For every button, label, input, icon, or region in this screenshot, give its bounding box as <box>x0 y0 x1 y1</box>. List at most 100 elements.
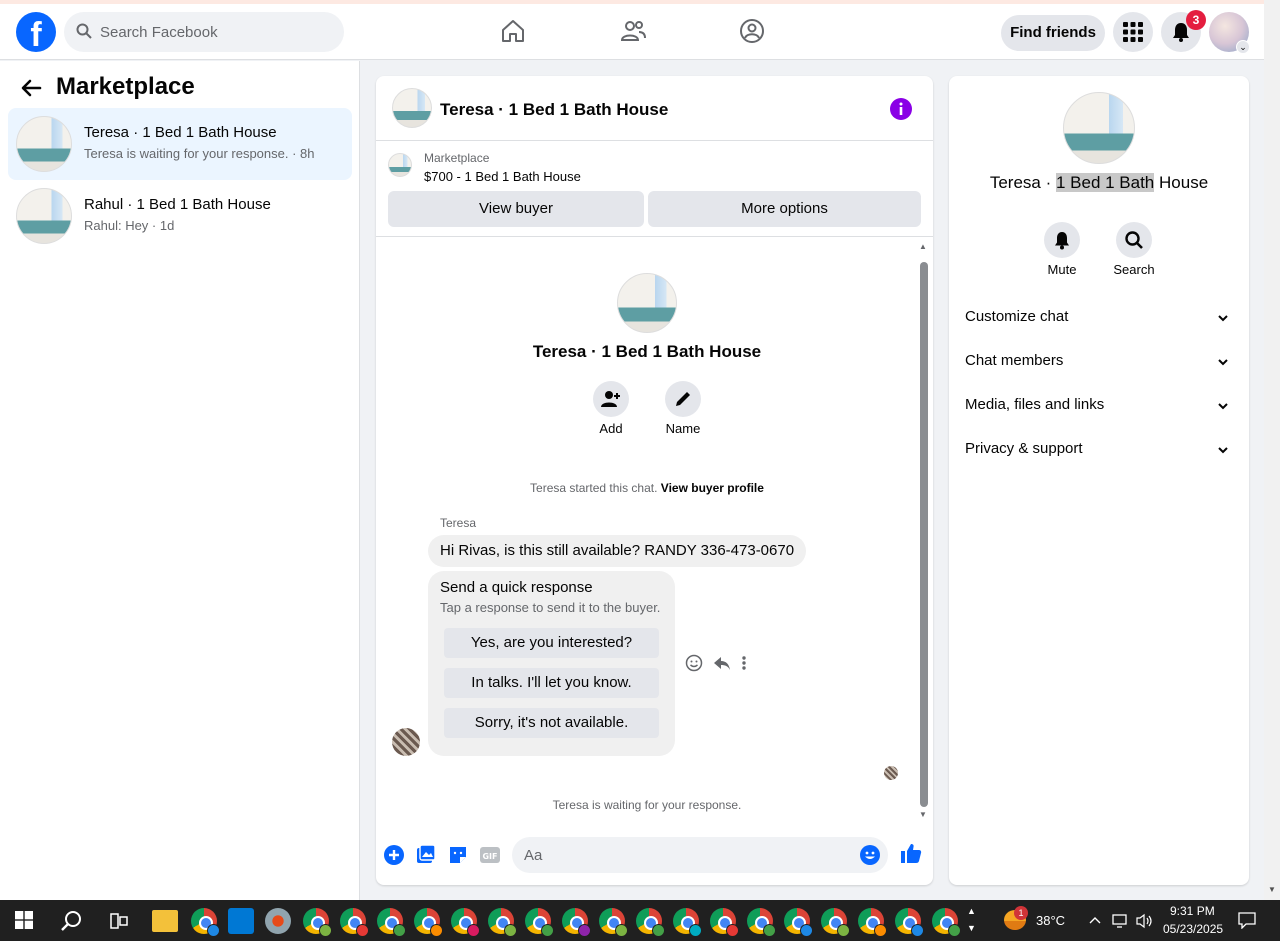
message-bubble[interactable]: Hi Rivas, is this still available? RANDY… <box>428 535 807 567</box>
sender-avatar[interactable] <box>392 728 420 756</box>
search-icon <box>76 23 92 39</box>
chrome-icon[interactable] <box>377 908 406 937</box>
conversation-item[interactable]: Rahul · 1 Bed 1 Bath House Rahul: Hey · … <box>8 180 352 252</box>
app-icon[interactable] <box>265 908 291 934</box>
message-input[interactable] <box>524 837 854 873</box>
quick-response-button[interactable]: Sorry, it's not available. <box>444 708 659 738</box>
menu-button[interactable] <box>1113 12 1153 52</box>
network-icon[interactable] <box>1112 913 1130 929</box>
section-label: Media, files and links <box>965 396 1105 413</box>
task-view-icon[interactable] <box>110 912 128 930</box>
chrome-icon[interactable] <box>191 908 220 937</box>
scroll-down-arrow-icon[interactable]: ▼ <box>919 810 927 819</box>
chrome-icon[interactable] <box>451 908 480 937</box>
quick-response-button[interactable]: In talks. I'll let you know. <box>444 668 659 698</box>
more-options-button[interactable]: More options <box>648 191 921 227</box>
chrome-icon[interactable] <box>747 908 776 937</box>
windows-taskbar: ▲ ▼ <box>0 900 1280 941</box>
view-buyer-profile-link[interactable]: View buyer profile <box>661 481 764 495</box>
facebook-logo-icon[interactable]: f <box>16 12 56 52</box>
microsoft-store-icon[interactable] <box>228 908 254 934</box>
quick-response-subtitle: Tap a response to send it to the buyer. <box>440 600 661 615</box>
chrome-icon[interactable] <box>414 908 443 937</box>
mute-button[interactable] <box>1044 222 1080 258</box>
react-emoji-icon[interactable] <box>685 654 703 672</box>
chat-header: Teresa · 1 Bed 1 Bath House <box>376 76 933 141</box>
conversation-item[interactable]: Teresa · 1 Bed 1 Bath House Teresa is wa… <box>8 108 352 180</box>
search-input[interactable] <box>100 12 330 52</box>
info-icon[interactable] <box>890 98 912 120</box>
search-box[interactable] <box>64 12 344 52</box>
scroll-up-arrow-icon[interactable]: ▲ <box>919 242 927 251</box>
section-label: Customize chat <box>965 308 1069 325</box>
clock-date[interactable]: 05/23/2025 <box>1163 922 1223 936</box>
pencil-icon <box>676 392 690 406</box>
chat-title[interactable]: Teresa · 1 Bed 1 Bath House <box>440 100 668 120</box>
chrome-icon[interactable] <box>895 908 924 937</box>
chrome-icon[interactable] <box>340 908 369 937</box>
name-chat-button[interactable] <box>665 381 701 417</box>
chrome-icon[interactable] <box>784 908 813 937</box>
search-in-chat-button[interactable] <box>1116 222 1152 258</box>
chrome-icon[interactable] <box>932 908 961 937</box>
add-person-icon <box>601 391 620 407</box>
chrome-icon[interactable] <box>636 908 665 937</box>
emoji-icon[interactable] <box>860 845 880 865</box>
chrome-icon[interactable] <box>858 908 887 937</box>
volume-icon[interactable] <box>1136 913 1154 929</box>
search-icon[interactable] <box>61 910 83 932</box>
bell-icon <box>1055 232 1069 250</box>
more-options-icon[interactable] <box>742 654 746 672</box>
add-label: Add <box>599 421 623 436</box>
friends-icon[interactable] <box>620 18 646 44</box>
add-people-button[interactable] <box>593 381 629 417</box>
page-scrollbar[interactable]: ▼ <box>1264 0 1280 900</box>
panel-title: Marketplace <box>56 73 195 100</box>
clock-time[interactable]: 9:31 PM <box>1170 904 1215 918</box>
chrome-icon[interactable] <box>303 908 332 937</box>
message-composer[interactable] <box>512 837 888 873</box>
chevron-down-icon[interactable]: ⌄ <box>1236 40 1250 54</box>
like-thumbs-up-icon[interactable] <box>900 842 922 864</box>
conversation-name: Teresa · 1 Bed 1 Bath House <box>84 124 277 141</box>
find-friends-button[interactable]: Find friends <box>1001 15 1105 51</box>
scroll-down-arrow-icon[interactable]: ▼ <box>1268 885 1276 894</box>
chrome-icon[interactable] <box>562 908 591 937</box>
listing-thumbnail <box>16 116 72 172</box>
media-files-links-section[interactable]: Media, files and links <box>957 384 1241 428</box>
chat-members-section[interactable]: Chat members <box>957 340 1241 384</box>
chrome-icon[interactable] <box>488 908 517 937</box>
chrome-icon[interactable] <box>673 908 702 937</box>
back-arrow-icon[interactable] <box>20 77 42 99</box>
details-avatar[interactable] <box>1063 92 1135 164</box>
chevron-up-icon[interactable] <box>1089 915 1101 925</box>
gif-icon[interactable]: GIF <box>480 845 500 865</box>
chrome-icon[interactable] <box>599 908 628 937</box>
chevron-down-icon <box>1218 359 1228 366</box>
windows-start-icon[interactable] <box>15 911 33 929</box>
quick-response-button[interactable]: Yes, are you interested? <box>444 628 659 658</box>
plus-circle-icon[interactable] <box>384 845 404 865</box>
quick-response-card: Send a quick response Tap a response to … <box>428 571 675 756</box>
groups-icon[interactable] <box>739 18 765 44</box>
chat-scroll-thumb[interactable] <box>920 262 928 807</box>
chrome-icon[interactable] <box>710 908 739 937</box>
file-explorer-icon[interactable] <box>152 910 178 932</box>
reply-icon[interactable] <box>713 654 731 672</box>
listing-thumbnail <box>16 188 72 244</box>
taskbar-overflow-arrows-icon[interactable]: ▲ ▼ <box>967 903 976 937</box>
chat-panel: Teresa · 1 Bed 1 Bath House Marketplace … <box>376 76 933 885</box>
section-label: Chat members <box>965 352 1064 369</box>
privacy-support-section[interactable]: Privacy & support <box>957 428 1241 472</box>
sticker-icon[interactable] <box>448 845 468 865</box>
photo-icon[interactable] <box>416 845 436 865</box>
read-receipt-avatar <box>884 766 898 780</box>
chat-avatar[interactable] <box>392 88 432 128</box>
chrome-icon[interactable] <box>821 908 850 937</box>
notification-center-icon[interactable] <box>1238 912 1256 929</box>
view-buyer-button[interactable]: View buyer <box>388 191 644 227</box>
chrome-icon[interactable] <box>525 908 554 937</box>
customize-chat-section[interactable]: Customize chat <box>957 296 1241 340</box>
home-icon[interactable] <box>500 18 526 44</box>
title-suffix: House <box>1154 173 1209 192</box>
